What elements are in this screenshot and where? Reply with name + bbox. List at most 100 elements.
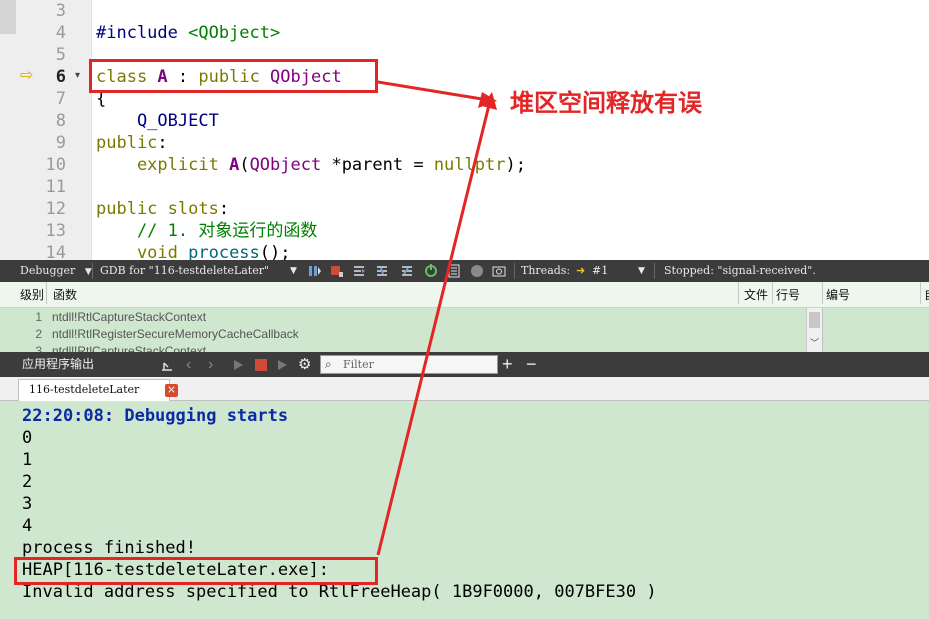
code-line[interactable]: 10 explicit A(QObject *parent = nullptr)… [0,154,929,176]
stack-row[interactable]: 1 ntdll!RtlCaptureStackContext [0,309,806,326]
chevron-down-icon[interactable]: ▼ [638,260,645,282]
output-line: 1 [22,450,33,470]
column-divider[interactable] [738,282,739,304]
code-line[interactable]: 13 // 1. 对象运行的函数 [0,220,929,242]
code-token: public [96,133,158,153]
stop-debugger-icon[interactable] [330,264,344,278]
column-divider[interactable] [46,282,47,304]
stack-header: 级别 函数 文件 行号 编号 自 [0,282,929,308]
line-number: 14 [45,243,66,260]
column-divider[interactable] [920,282,921,304]
output-line: 0 [22,428,33,448]
output-panel-title: 应用程序输出 [22,357,95,371]
line-number: 9 [55,133,66,153]
thread-dropdown[interactable]: #1 [592,260,608,282]
gear-icon[interactable]: ⚙ [298,352,311,377]
remove-icon[interactable]: − [526,352,537,377]
toolbar-separator [654,263,655,279]
column-header-level[interactable]: 级别 [20,282,44,308]
column-header-address[interactable]: 编号 [826,282,850,308]
threads-label: Threads: [521,264,571,277]
code-token: (); [259,243,291,260]
step-over-icon[interactable] [352,264,366,278]
step-out-icon[interactable] [400,264,414,278]
filter-placeholder: Filter [343,358,374,371]
code-line[interactable]: 4 #include <QObject> [0,22,929,44]
toolbar-separator [92,263,93,279]
output-tab-bar: 116-testdeleteLater × [0,377,929,401]
debug-run-icon[interactable] [276,358,290,372]
application-output[interactable]: 22:20:08: Debugging starts 0 1 2 3 4 process f… [0,401,929,619]
code-line[interactable]: 12 public slots: [0,198,929,220]
debugger-mode-label: Debugger [20,264,76,277]
screenshot-icon[interactable] [492,264,506,278]
line-number: 7 [55,89,66,109]
column-header-file[interactable]: 文件 [744,282,768,308]
output-tab[interactable]: 116-testdeleteLater × [18,379,178,401]
code-line[interactable]: 11 [0,176,929,198]
filter-input[interactable]: ⌕ Filter [320,355,498,374]
continue-icon[interactable] [308,264,322,278]
output-line: 4 [22,516,33,536]
stack-function: ntdll!RtlCaptureStackContext [52,310,207,324]
search-icon: ⌕ [325,357,332,371]
thread-value: #1 [592,264,609,277]
restart-icon[interactable] [424,264,438,278]
code-line[interactable]: 8 Q_OBJECT [0,110,929,132]
chevron-down-icon[interactable]: ▼ [290,260,297,282]
output-line: 3 [22,494,33,514]
code-line[interactable]: 3 [0,0,929,22]
stop-icon[interactable] [254,358,268,372]
debugger-toolbar: Debugger ▼ GDB for "116-testdeleteLater"… [0,260,929,282]
chevron-down-icon: ▼ [84,267,92,277]
scrollbar-thumb[interactable] [809,312,820,328]
engine-dropdown[interactable]: GDB for "116-testdeleteLater" [100,260,269,282]
engine-label: GDB for "116-testdeleteLater" [100,264,270,277]
code-text: Q_OBJECT [96,110,219,132]
column-header-function[interactable]: 函数 [53,282,77,308]
stack-scrollbar[interactable]: ﹀ [806,308,822,352]
code-line[interactable]: 9 public: [0,132,929,154]
run-icon[interactable] [232,358,246,372]
code-token: <QObject> [188,23,281,43]
attach-icon[interactable] [160,358,174,372]
stack-row[interactable]: 2 ntdll!RtlRegisterSecureMemoryCacheCallb… [0,326,806,343]
column-divider[interactable] [822,282,823,304]
code-token: *parent = [321,155,434,175]
code-line[interactable]: 14 void process(); [0,242,929,260]
code-token: // 1. 对象运行的函数 [96,221,318,241]
column-header-line[interactable]: 行号 [776,282,800,308]
next-icon[interactable]: › [208,352,213,377]
scroll-down-icon[interactable]: ﹀ [810,336,819,349]
column-header-extra[interactable]: 自 [924,282,929,308]
code-text: public: [96,132,168,154]
step-into-icon[interactable] [375,264,389,278]
code-text: // 1. 对象运行的函数 [96,220,317,242]
code-token: Q_OBJECT [96,111,219,131]
output-tab-label: 116-testdeleteLater [29,383,140,396]
record-icon[interactable] [470,264,484,278]
line-number: 12 [45,199,66,219]
debugger-mode-dropdown[interactable]: Debugger ▼ [20,260,92,282]
fold-toggle-icon[interactable]: ▾ [75,65,80,87]
breakpoint-pane [822,308,929,352]
code-token: A [229,155,240,175]
code-token: public [96,199,168,219]
close-icon[interactable]: × [165,384,178,397]
output-toolbar: 应用程序输出 ‹ › ⚙ ⌕ Filter + − [0,352,929,377]
stack-level: 1 [35,310,42,324]
reverse-direction-icon[interactable] [447,264,461,278]
previous-icon[interactable]: ‹ [186,352,191,377]
column-divider[interactable] [772,282,773,304]
add-icon[interactable]: + [502,352,513,377]
highlight-box-heap-error [14,557,378,585]
stack-function: ntdll!RtlRegisterSecureMemoryCacheCallba… [52,327,299,341]
code-token: nullptr [433,155,506,175]
output-line: process finished! [22,538,196,558]
stack-panel: 级别 函数 文件 行号 编号 自 1 ntdll!RtlCaptureStackC… [0,282,929,358]
code-token: : [157,133,168,153]
line-number: 11 [45,177,66,197]
code-token: #include [96,23,189,43]
code-editor[interactable]: 3 4 #include <QObject> 5 6 class A : public Q… [0,0,929,260]
annotation-label: 堆区空间释放有误 [510,90,702,117]
